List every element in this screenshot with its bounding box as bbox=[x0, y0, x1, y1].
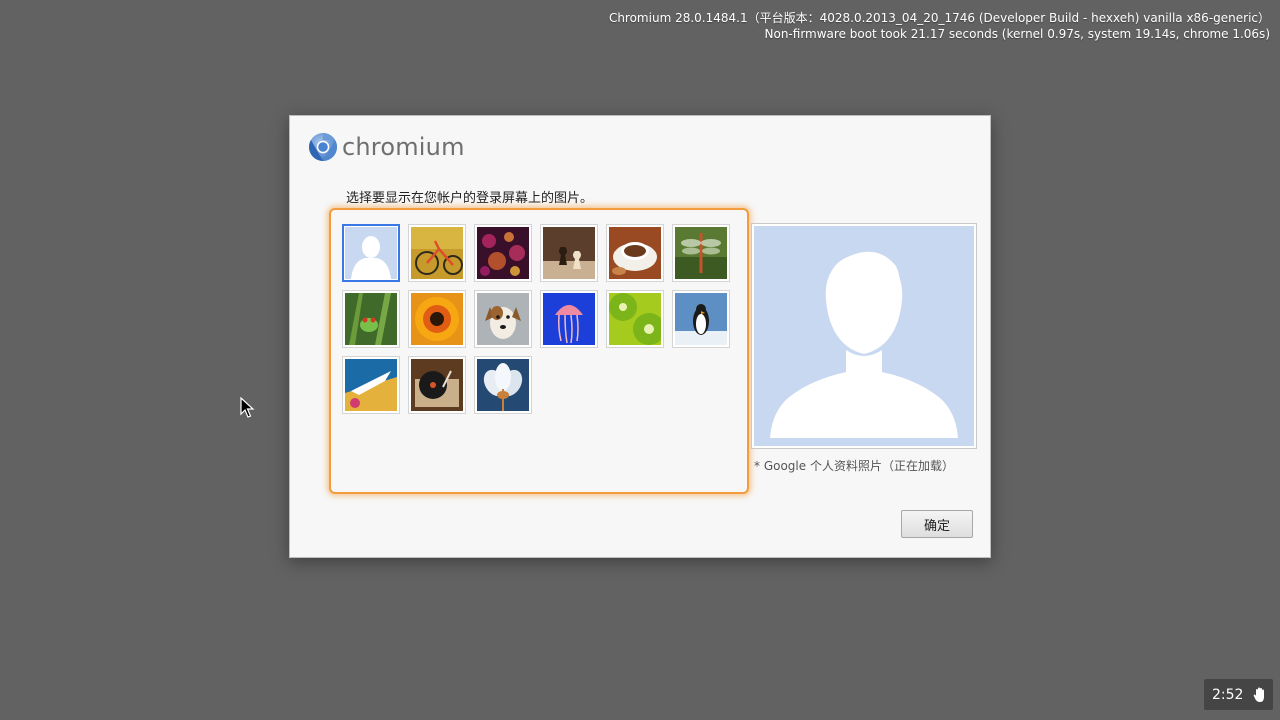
turntable-icon bbox=[411, 359, 463, 411]
penguin-icon bbox=[675, 293, 727, 345]
system-tray[interactable]: 2:52 bbox=[1204, 679, 1273, 710]
frog-icon bbox=[345, 293, 397, 345]
user-image-dialog: chromium 选择要显示在您帐户的登录屏幕上的图片。 * Google 个人… bbox=[289, 115, 991, 558]
mouse-cursor-icon bbox=[240, 397, 255, 418]
silhouette-icon bbox=[345, 227, 397, 279]
image-option-dragonfly[interactable] bbox=[672, 224, 730, 282]
selected-image-preview bbox=[751, 223, 977, 449]
image-option-bokeh[interactable] bbox=[474, 224, 532, 282]
image-option-turntable[interactable] bbox=[408, 356, 466, 414]
jellyfish-icon bbox=[543, 293, 595, 345]
silhouette-preview-icon bbox=[754, 226, 974, 446]
flower-icon bbox=[411, 293, 463, 345]
kiwi-icon bbox=[609, 293, 661, 345]
bicycle-icon bbox=[411, 227, 463, 279]
image-option-default[interactable] bbox=[342, 224, 400, 282]
white-flower-icon bbox=[477, 359, 529, 411]
hand-icon bbox=[1254, 687, 1265, 702]
version-line-2: Non-firmware boot took 21.17 seconds (ke… bbox=[764, 27, 1271, 41]
chromium-logo-icon bbox=[309, 133, 337, 161]
chromium-logo: chromium bbox=[308, 132, 465, 162]
image-option-airplane[interactable] bbox=[342, 356, 400, 414]
bokeh-icon bbox=[477, 227, 529, 279]
clock: 2:52 bbox=[1212, 686, 1244, 703]
image-option-chess[interactable] bbox=[540, 224, 598, 282]
image-option-bicycle[interactable] bbox=[408, 224, 466, 282]
version-line-1: Chromium 28.0.1484.1（平台版本：4028.0.2013_04… bbox=[608, 11, 1270, 25]
image-option-jellyfish[interactable] bbox=[540, 290, 598, 348]
logo-text: chromium bbox=[342, 133, 465, 161]
chess-icon bbox=[543, 227, 595, 279]
version-info: Chromium 28.0.1484.1（平台版本：4028.0.2013_04… bbox=[609, 10, 1270, 42]
ok-button[interactable]: 确定 bbox=[901, 510, 973, 538]
image-option-kiwi[interactable] bbox=[606, 290, 664, 348]
image-option-white-flower[interactable] bbox=[474, 356, 532, 414]
image-option-frog[interactable] bbox=[342, 290, 400, 348]
instruction-text: 选择要显示在您帐户的登录屏幕上的图片。 bbox=[346, 191, 594, 206]
dog-icon bbox=[477, 293, 529, 345]
dragonfly-icon bbox=[675, 227, 727, 279]
image-grid bbox=[329, 208, 749, 494]
image-option-flower[interactable] bbox=[408, 290, 466, 348]
coffee-icon bbox=[609, 227, 661, 279]
airplane-icon bbox=[345, 359, 397, 411]
image-option-coffee[interactable] bbox=[606, 224, 664, 282]
profile-photo-caption: * Google 个人资料照片（正在加载） bbox=[754, 459, 954, 473]
image-option-penguin[interactable] bbox=[672, 290, 730, 348]
image-option-dog[interactable] bbox=[474, 290, 532, 348]
